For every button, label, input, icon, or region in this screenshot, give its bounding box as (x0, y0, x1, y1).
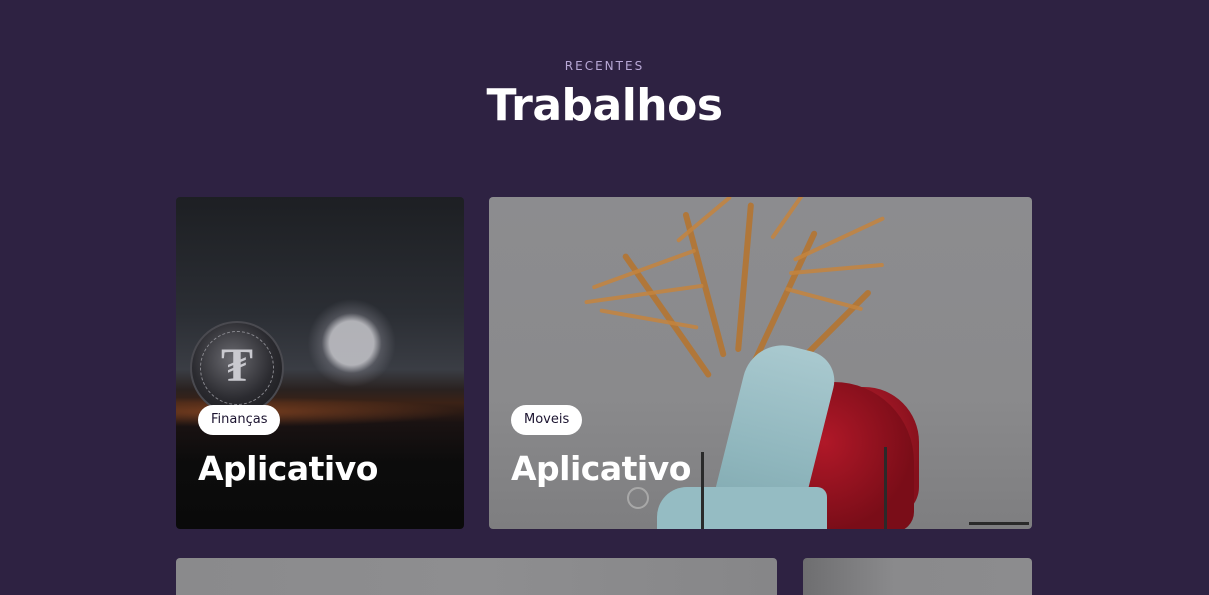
card-title[interactable]: Aplicativo (511, 449, 691, 488)
card-title[interactable]: Aplicativo (198, 449, 378, 488)
category-tag[interactable]: Finanças (198, 405, 281, 435)
wall-outlet (627, 487, 649, 509)
section-eyebrow: RECENTES (564, 59, 645, 73)
card-image-background (803, 558, 1032, 595)
work-card-3[interactable] (176, 558, 777, 595)
section-title: Trabalhos (486, 80, 723, 131)
work-card-4[interactable] (803, 558, 1032, 595)
category-tag[interactable]: Moveis (511, 405, 583, 435)
recent-works-section: RECENTES Trabalhos ₮ Finanças Aplicativo (0, 0, 1209, 595)
work-card-moveis[interactable]: Moveis Aplicativo (489, 197, 1032, 529)
bitcoin-coin-icon: ₮ (190, 321, 284, 415)
card-image-background (176, 558, 777, 595)
work-card-financas[interactable]: ₮ Finanças Aplicativo (176, 197, 464, 529)
